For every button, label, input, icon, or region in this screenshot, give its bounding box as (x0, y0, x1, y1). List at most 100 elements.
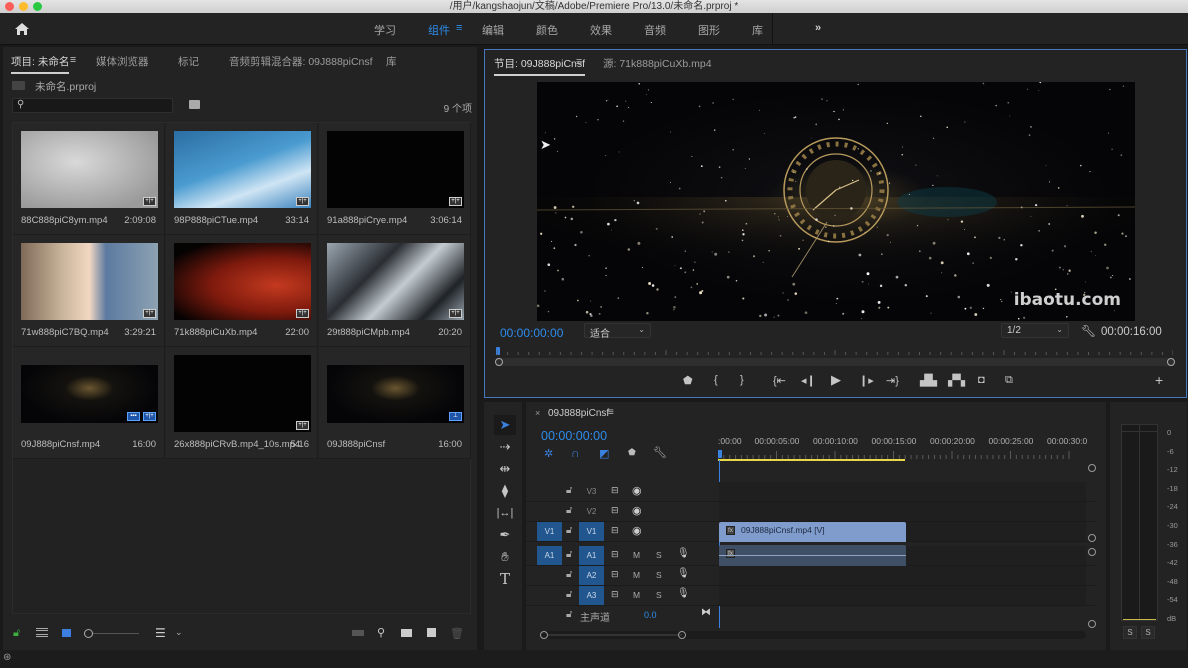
lock-track-icon[interactable]: 🔓︎ (566, 549, 572, 560)
voiceover-mic-icon[interactable]: 🎙︎ (677, 548, 690, 559)
nest-toggle-icon[interactable]: ✲ (544, 447, 553, 460)
tab-source[interactable]: 源: 71k888piCuXb.mp4 (603, 56, 712, 71)
minimize-window-button[interactable] (19, 2, 28, 11)
step-forward-icon[interactable]: ❙▸ (859, 374, 874, 387)
workspace-tab-learn[interactable]: 学习 (374, 22, 396, 38)
close-window-button[interactable] (5, 2, 14, 11)
toggle-output-eye-icon[interactable]: ◉ (632, 524, 642, 537)
work-area-bar[interactable] (718, 459, 905, 461)
toggle-output-eye-icon[interactable]: ◉ (632, 504, 642, 517)
extract-icon[interactable]: ▞▚ (948, 374, 965, 387)
mark-out-icon[interactable]: } (740, 374, 744, 386)
lock-icon[interactable]: 🔓︎ (13, 627, 20, 640)
track-target-A3[interactable]: A3 (579, 586, 604, 605)
timeline-timecode[interactable]: 00:00:00:00 (541, 429, 607, 443)
comparison-view-icon[interactable]: ⧉ (1005, 374, 1013, 387)
lock-track-icon[interactable]: 🔓︎ (566, 485, 572, 496)
close-sequence-icon[interactable]: × (535, 408, 540, 418)
timeline-settings-wrench-icon[interactable]: 🔧︎ (653, 446, 667, 459)
project-item[interactable]: +|+ 88C888piC8ym.mp4 2:09:08 (13, 123, 165, 235)
program-menu-icon[interactable]: ≡ (576, 56, 582, 68)
solo-right-button[interactable]: S (1141, 626, 1155, 639)
solo-button[interactable]: S (656, 550, 662, 560)
track-target-V3[interactable]: V3 (579, 482, 604, 501)
workspace-overflow-button[interactable]: » (815, 22, 821, 34)
snap-icon[interactable]: ∩ (571, 446, 580, 460)
creative-cloud-icon[interactable]: ⊛ (3, 652, 11, 663)
add-button-icon[interactable]: + (1155, 372, 1163, 388)
tab-libraries[interactable]: 库 (386, 54, 397, 69)
thumbnail-image[interactable]: +|+ (327, 131, 464, 208)
thumbnail-image[interactable]: ⊥ (327, 365, 464, 423)
step-back-icon[interactable]: ◂❙ (801, 374, 816, 387)
search-input[interactable]: ⚲ (12, 98, 173, 113)
find-icon[interactable]: ⚲ (377, 626, 385, 639)
razor-tool-icon[interactable]: ⧫ (494, 481, 516, 501)
add-marker-icon[interactable]: ⬟ (628, 447, 636, 458)
lift-icon[interactable]: ▟▙ (920, 374, 937, 387)
project-item[interactable]: +|+ 26x888piCRvB.mp4_10s.mp4 5:16 (166, 347, 318, 459)
timeline-horizontal-scrollbar[interactable] (540, 631, 1086, 639)
list-view-icon[interactable] (36, 628, 48, 637)
workspace-tab-libraries[interactable]: 库 (752, 22, 763, 38)
video-clip[interactable]: fx 09J888piCnsf.mp4 [V] (719, 522, 906, 542)
project-item[interactable]: +|+ 29t888piCMpb.mp4 20:20 (319, 235, 471, 347)
go-to-in-icon[interactable]: {⇤ (773, 374, 786, 387)
zoom-window-button[interactable] (33, 2, 42, 11)
playhead-timecode[interactable]: 00:00:00:00 (500, 326, 563, 340)
track-target-V1[interactable]: V1 (579, 522, 604, 541)
linked-selection-icon[interactable]: ◩ (599, 447, 609, 460)
mute-button[interactable]: M (633, 590, 640, 600)
thumbnail-image[interactable]: +|+ (174, 355, 311, 432)
scroll-handle-left[interactable] (540, 631, 548, 639)
lock-track-icon[interactable]: 🔓︎ (566, 525, 572, 536)
icon-view-icon[interactable] (62, 629, 71, 637)
workspace-tab-color[interactable]: 颜色 (536, 22, 558, 38)
ripple-edit-tool-icon[interactable]: ⇹ (494, 459, 516, 479)
video-scroll-handle[interactable] (1088, 534, 1096, 542)
export-frame-camera-icon[interactable]: ◘ (978, 374, 985, 386)
type-tool-icon[interactable]: T (494, 569, 516, 589)
lock-track-icon[interactable]: 🔓︎ (566, 589, 572, 600)
hand-tool-icon[interactable]: ✋︎ (494, 547, 516, 567)
pen-tool-icon[interactable]: ✒ (494, 525, 516, 545)
workspace-tab-effects[interactable]: 效果 (590, 22, 612, 38)
workspace-menu-icon[interactable]: ≡ (456, 22, 462, 34)
sync-lock-icon[interactable]: ⊟ (611, 485, 619, 496)
zoom-slider-track[interactable] (93, 633, 139, 634)
project-item[interactable]: +|+ ▪▪▪ 09J888piCnsf.mp4 16:00 (13, 347, 165, 459)
project-item[interactable]: +|+ 71w888piC7BQ.mp4 3:29:21 (13, 235, 165, 347)
master-volume-value[interactable]: 0.0 (644, 610, 657, 620)
sort-icon[interactable]: ☰ (155, 626, 166, 640)
slip-tool-icon[interactable]: |↔| (494, 503, 516, 523)
timeline-playhead-handle[interactable] (718, 450, 722, 458)
audio-scroll-handle-top[interactable] (1088, 548, 1096, 556)
automate-to-sequence-icon[interactable] (352, 630, 364, 636)
track-select-tool-icon[interactable]: ⇢ (494, 437, 516, 457)
video-preview[interactable]: ibaotu.com (537, 82, 1135, 321)
sort-dropdown-chevron-icon[interactable]: ⌄ (175, 627, 183, 638)
thumbnail-image[interactable]: +|+ (21, 243, 158, 320)
track-target-A2[interactable]: A2 (579, 566, 604, 585)
lock-track-icon[interactable]: 🔓︎ (566, 505, 572, 516)
tab-project[interactable]: 项目: 未命名 (11, 54, 70, 74)
audio-volume-line[interactable] (719, 555, 906, 556)
timeline-menu-icon[interactable]: ≡ (608, 407, 614, 418)
mute-button[interactable]: M (633, 550, 640, 560)
add-marker-icon[interactable]: ⬟ (683, 374, 693, 387)
sequence-tab[interactable]: 09J888piCnsf (548, 408, 609, 419)
zoom-handle-left[interactable] (495, 358, 503, 366)
track-target-A1[interactable]: A1 (579, 546, 604, 565)
go-to-out-icon[interactable]: ⇥} (886, 374, 899, 387)
audio-clip[interactable]: fx (719, 545, 906, 566)
resolution-dropdown[interactable]: 1/2 ⌄ (1001, 323, 1069, 338)
voiceover-mic-icon[interactable]: 🎙︎ (677, 588, 690, 599)
find-in-bin-icon[interactable] (189, 100, 200, 109)
monitor-time-ruler[interactable] (497, 350, 1173, 355)
thumbnail-image[interactable]: +|+ (327, 243, 464, 320)
tab-media-browser[interactable]: 媒体浏览器 (96, 54, 149, 69)
tab-audio-clip-mixer[interactable]: 音频剪辑混合器: 09J888piCnsf (229, 54, 373, 69)
zoom-slider-handle[interactable] (84, 629, 93, 638)
voiceover-mic-icon[interactable]: 🎙︎ (677, 568, 690, 579)
project-item[interactable]: +|+ 98P888piCTue.mp4 33:14 (166, 123, 318, 235)
